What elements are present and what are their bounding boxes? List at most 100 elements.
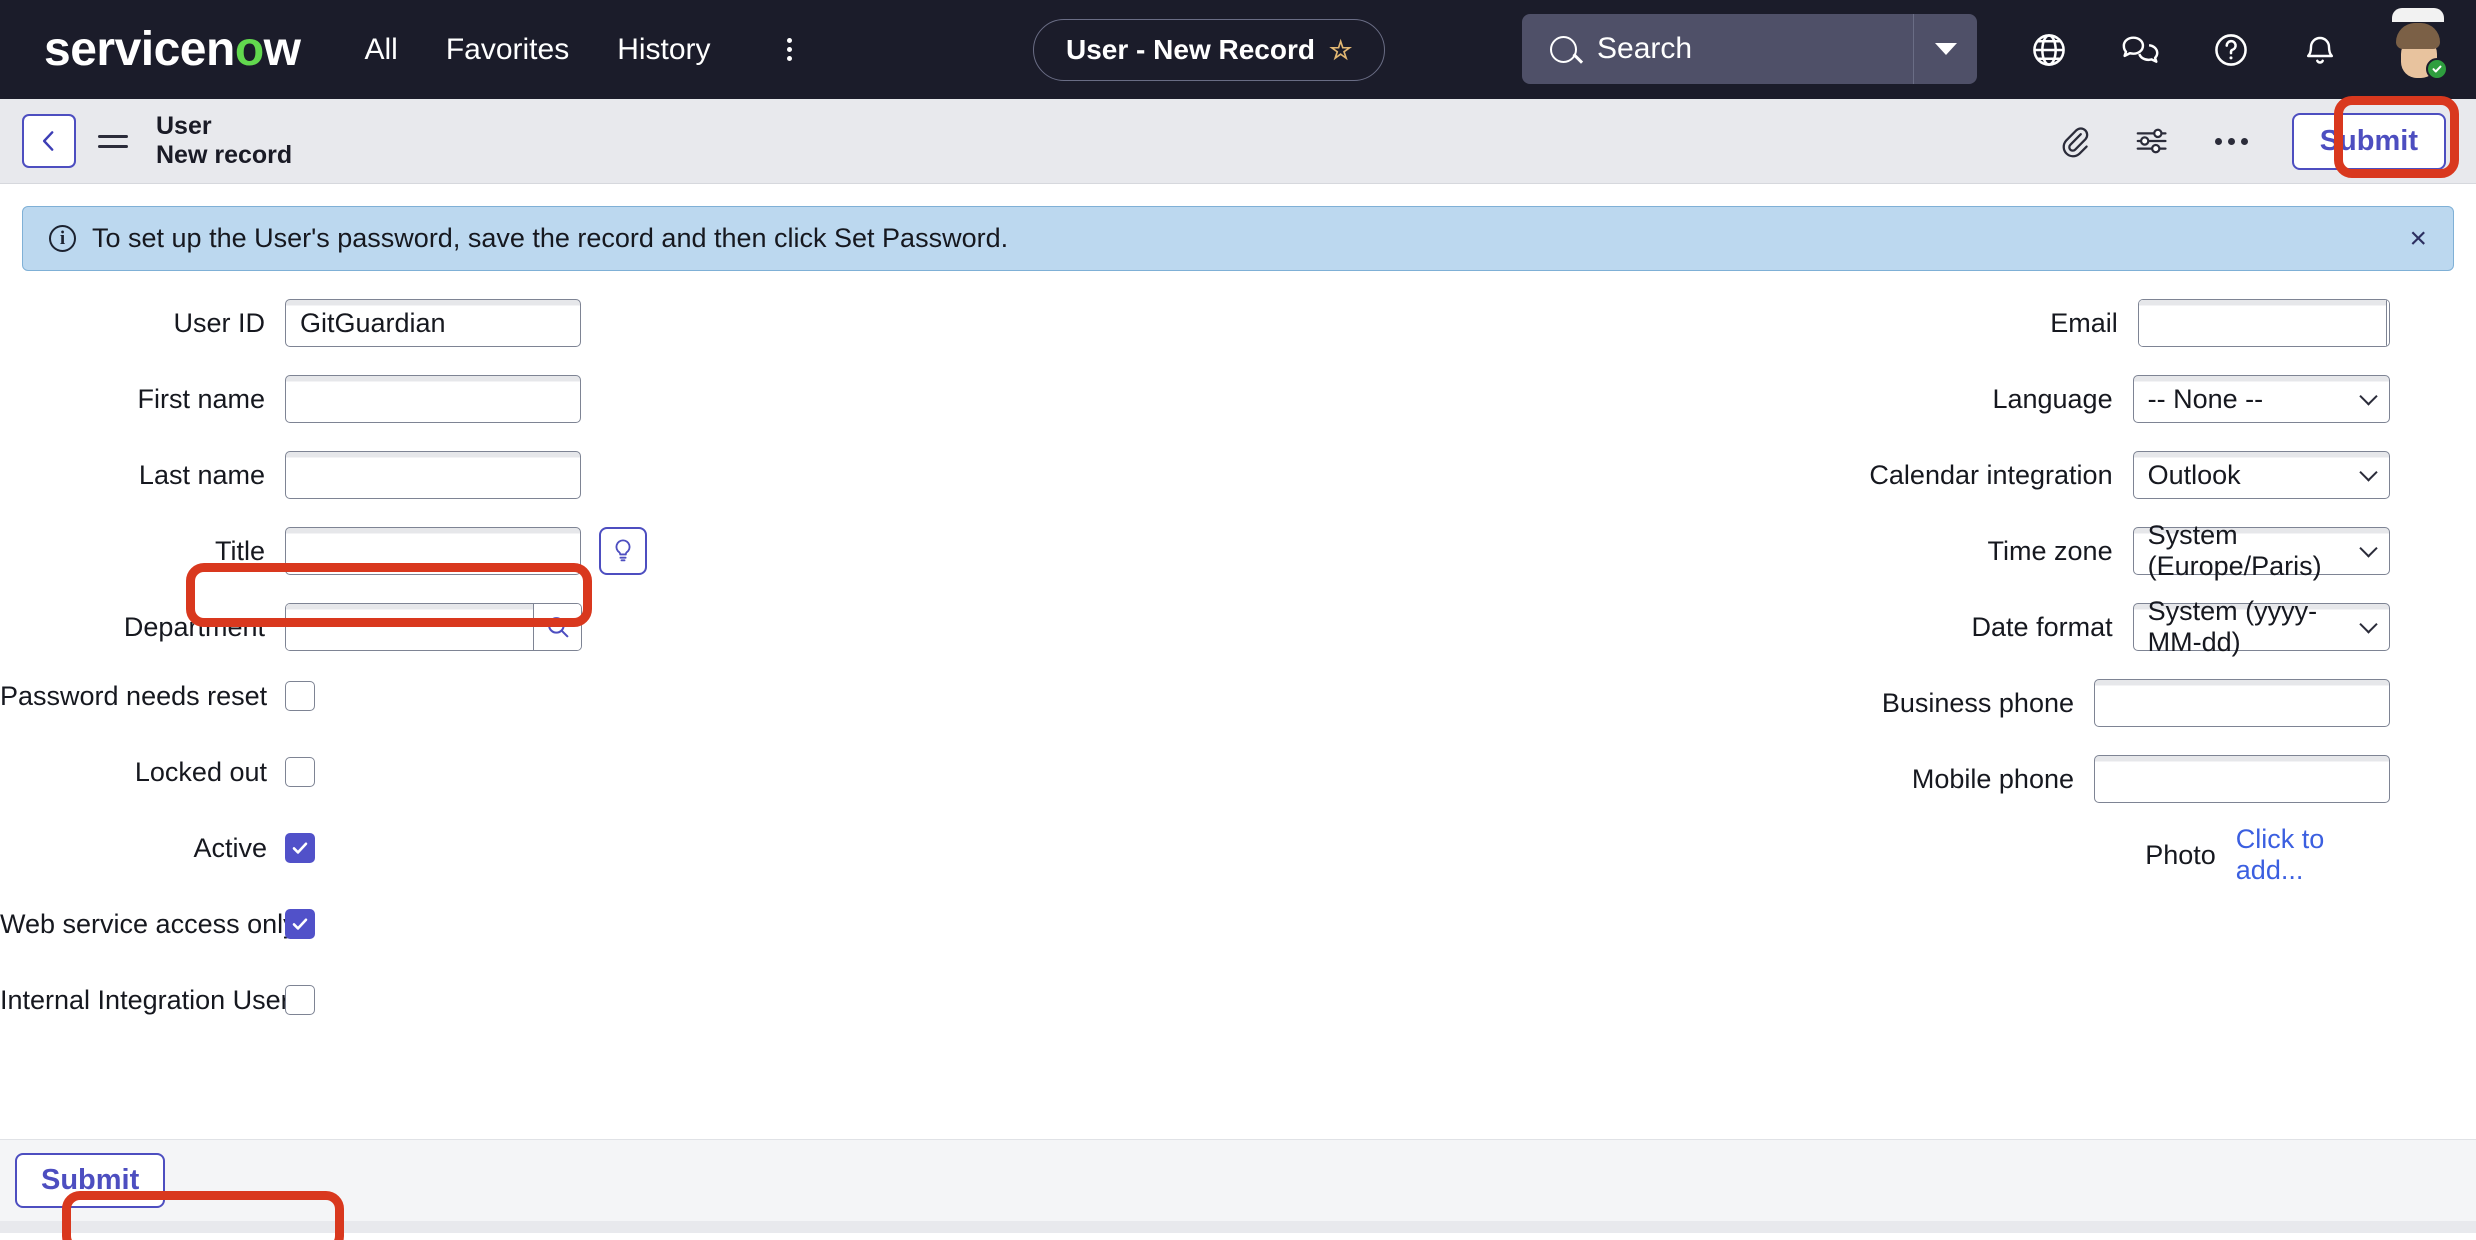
field-row-locked-out: Locked out	[0, 755, 1060, 789]
first-name-field[interactable]	[285, 375, 581, 423]
lightbulb-icon[interactable]	[599, 527, 647, 575]
date-format-select[interactable]: System (yyyy-MM-dd)	[2132, 596, 2390, 657]
personalize-form-icon[interactable]	[2135, 124, 2171, 158]
label-internal-integration-user: Internal Integration User	[0, 984, 290, 1015]
record-tab-label: User - New Record	[1066, 34, 1315, 65]
search-scope-dropdown[interactable]	[1913, 14, 1977, 84]
user-form: User ID First name Last name Title Depa	[0, 271, 2476, 1240]
nav-all[interactable]: All	[364, 33, 397, 67]
field-row-user-id: User ID	[0, 299, 1060, 347]
field-row-internal-integration-user: Internal Integration User	[0, 983, 1060, 1017]
mobile-phone-field[interactable]	[2094, 755, 2390, 803]
page-title: User New record	[156, 112, 292, 171]
submit-button-top[interactable]: Submit	[2291, 112, 2446, 170]
brand-text-post: w	[263, 22, 301, 76]
back-button[interactable]	[22, 114, 76, 168]
chevron-down-icon	[2359, 463, 2378, 482]
field-row-web-service-access-only: Web service access only	[0, 907, 1060, 941]
field-row-photo: Photo Click to add...	[1240, 824, 2390, 885]
label-date-format: Date format	[1971, 611, 2113, 642]
label-title: Title	[214, 535, 265, 566]
active-checkbox[interactable]	[285, 833, 315, 863]
chevron-down-icon	[2359, 387, 2378, 406]
search-input[interactable]: Search	[1522, 14, 1913, 84]
help-icon[interactable]	[2212, 31, 2250, 69]
title-field[interactable]	[285, 527, 581, 575]
label-active: Active	[193, 832, 267, 863]
top-navigation-bar: servicen o w All Favorites History User - …	[0, 0, 2476, 99]
field-row-mobile-phone: Mobile phone	[1240, 755, 2390, 803]
label-web-service-access-only: Web service access only	[0, 908, 297, 939]
field-row-password-needs-reset: Password needs reset	[0, 679, 1060, 713]
servicenow-logo[interactable]: servicen o w	[44, 22, 301, 76]
time-zone-select-value: System (Europe/Paris)	[2147, 520, 2322, 581]
record-tab-pill[interactable]: User - New Record ☆	[1033, 19, 1386, 81]
photo-add-link[interactable]: Click to add...	[2236, 824, 2390, 886]
search-reference-icon[interactable]	[533, 604, 581, 650]
time-zone-select[interactable]: System (Europe/Paris)	[2132, 520, 2390, 581]
label-locked-out: Locked out	[134, 756, 267, 787]
field-row-title: Title	[0, 527, 1060, 575]
label-password-needs-reset: Password needs reset	[0, 680, 268, 711]
label-calendar-integration: Calendar integration	[1869, 459, 2113, 490]
info-banner-wrapper: i To set up the User's password, save th…	[0, 184, 2476, 271]
brand-text-pre: servicen	[44, 22, 235, 76]
favorite-star-icon[interactable]: ☆	[1329, 37, 1352, 63]
field-row-business-phone: Business phone	[1240, 679, 2390, 727]
field-row-time-zone: Time zone System (Europe/Paris)	[1240, 520, 2390, 581]
internal-integration-user-checkbox[interactable]	[285, 985, 315, 1015]
language-select-value: -- None --	[2147, 383, 2264, 414]
user-id-field[interactable]	[285, 299, 581, 347]
envelope-icon[interactable]	[2385, 300, 2389, 346]
form-column-left: User ID First name Last name Title Depa	[0, 299, 1060, 1059]
label-department: Department	[123, 611, 265, 642]
label-last-name: Last name	[138, 459, 265, 490]
form-footer: Submit	[0, 1139, 2476, 1221]
record-toolbar: User New record Submit	[0, 95, 2476, 184]
global-search[interactable]: Search	[1522, 14, 1977, 84]
chevron-down-icon	[1934, 43, 1957, 55]
web-service-access-only-checkbox[interactable]	[285, 909, 315, 939]
chevron-down-icon	[2359, 615, 2378, 634]
globe-icon[interactable]	[2030, 31, 2068, 69]
label-first-name: First name	[137, 383, 265, 414]
avatar[interactable]	[2390, 7, 2448, 80]
field-row-calendar-integration: Calendar integration Outlook	[1240, 451, 2390, 499]
page-title-table: User	[156, 111, 212, 140]
label-business-phone: Business phone	[1881, 687, 2074, 718]
password-needs-reset-checkbox[interactable]	[285, 681, 315, 711]
field-row-first-name: First name	[0, 375, 1060, 423]
field-row-active: Active	[0, 831, 1060, 865]
more-actions-icon[interactable]	[2214, 137, 2248, 145]
field-row-language: Language -- None --	[1240, 375, 2390, 423]
more-menu-icon[interactable]	[786, 38, 792, 61]
field-row-date-format: Date format System (yyyy-MM-dd)	[1240, 596, 2390, 657]
presence-online-badge	[2426, 57, 2448, 80]
last-name-field[interactable]	[285, 451, 581, 499]
field-row-email: Email	[1240, 299, 2390, 347]
calendar-integration-select-value: Outlook	[2147, 459, 2241, 490]
email-input-group	[2137, 299, 2390, 347]
search-icon	[1550, 35, 1577, 63]
label-mobile-phone: Mobile phone	[1911, 763, 2074, 794]
close-icon[interactable]: ×	[2409, 223, 2427, 254]
calendar-integration-select[interactable]: Outlook	[2132, 451, 2390, 499]
label-user-id: User ID	[173, 307, 265, 338]
date-format-select-value: System (yyyy-MM-dd)	[2147, 596, 2318, 657]
business-phone-field[interactable]	[2094, 679, 2390, 727]
department-field[interactable]	[286, 604, 533, 650]
submit-button-bottom[interactable]: Submit	[15, 1153, 166, 1208]
nav-favorites[interactable]: Favorites	[446, 33, 569, 67]
language-select[interactable]: -- None --	[2132, 375, 2390, 423]
footer-strip	[0, 1221, 2476, 1233]
label-time-zone: Time zone	[1987, 535, 2113, 566]
chat-icon[interactable]	[2120, 31, 2160, 69]
nav-history[interactable]: History	[617, 33, 710, 67]
top-nav-actions	[2030, 0, 2448, 99]
paperclip-icon[interactable]	[2057, 124, 2091, 158]
locked-out-checkbox[interactable]	[285, 757, 315, 787]
form-menu-icon[interactable]	[98, 134, 128, 148]
record-toolbar-actions: Submit	[2057, 95, 2459, 178]
bell-icon[interactable]	[2302, 31, 2338, 69]
email-field[interactable]	[2138, 300, 2386, 346]
